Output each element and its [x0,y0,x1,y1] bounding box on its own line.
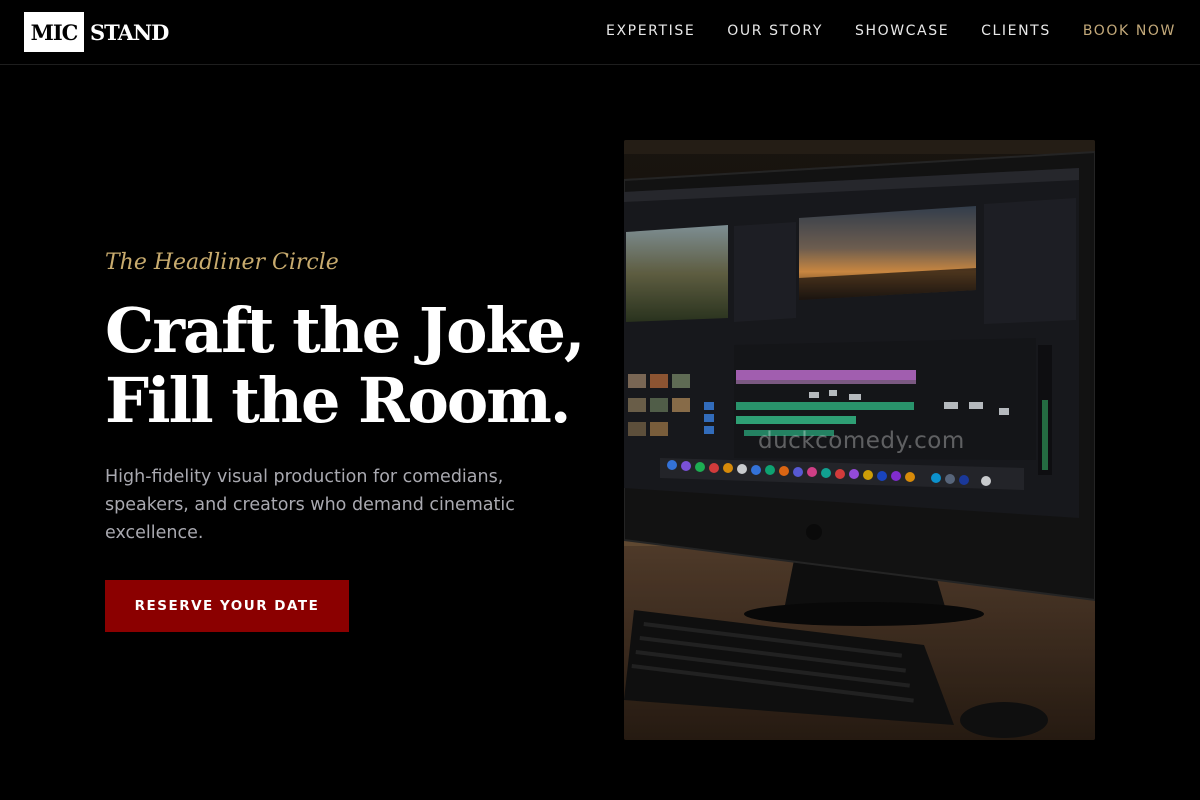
main-nav: EXPERTISE OUR STORY SHOWCASE CLIENTS BOO… [606,20,1176,42]
nav-book-now[interactable]: BOOK NOW [1083,20,1176,42]
nav-our-story[interactable]: OUR STORY [727,20,823,42]
nav-clients[interactable]: CLIENTS [981,20,1051,42]
hero-eyebrow: The Headliner Circle [105,250,339,275]
logo[interactable]: MIC STAND [24,12,169,52]
headline-line-2: Fill the Room. [105,364,571,437]
nav-expertise[interactable]: EXPERTISE [606,20,695,42]
nav-showcase[interactable]: SHOWCASE [855,20,949,42]
image-watermark: duckcomedy.com [758,428,965,454]
hero-headline: Craft the Joke, Fill the Room. [105,296,605,436]
logo-box: MIC [24,12,84,52]
logo-text: STAND [90,19,169,45]
hero-lead: High-fidelity visual production for come… [105,467,515,543]
headline-line-1: Craft the Joke, [105,294,586,367]
site-header: MIC STAND EXPERTISE OUR STORY SHOWCASE C… [0,0,1200,65]
reserve-date-button[interactable]: RESERVE YOUR DATE [105,580,349,632]
